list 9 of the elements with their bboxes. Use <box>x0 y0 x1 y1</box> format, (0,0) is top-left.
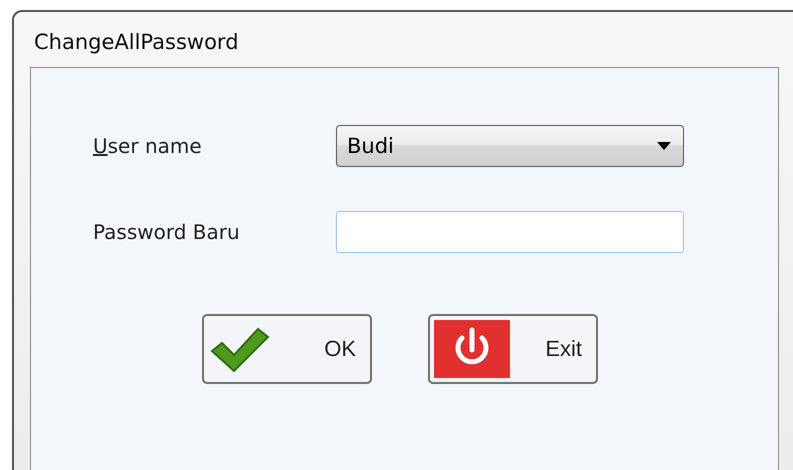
field-label: User name <box>93 134 203 158</box>
caret-icon <box>657 142 671 150</box>
power-icon <box>434 320 510 378</box>
ok-button[interactable]: OK <box>202 314 372 384</box>
user-dropdown[interactable]: Budi <box>336 125 684 167</box>
exit-button[interactable]: Exit <box>428 314 598 384</box>
window-title: ChangeAllPassword <box>33 29 239 56</box>
field-label: Password Baru <box>93 220 241 244</box>
password-field[interactable] <box>336 211 684 253</box>
